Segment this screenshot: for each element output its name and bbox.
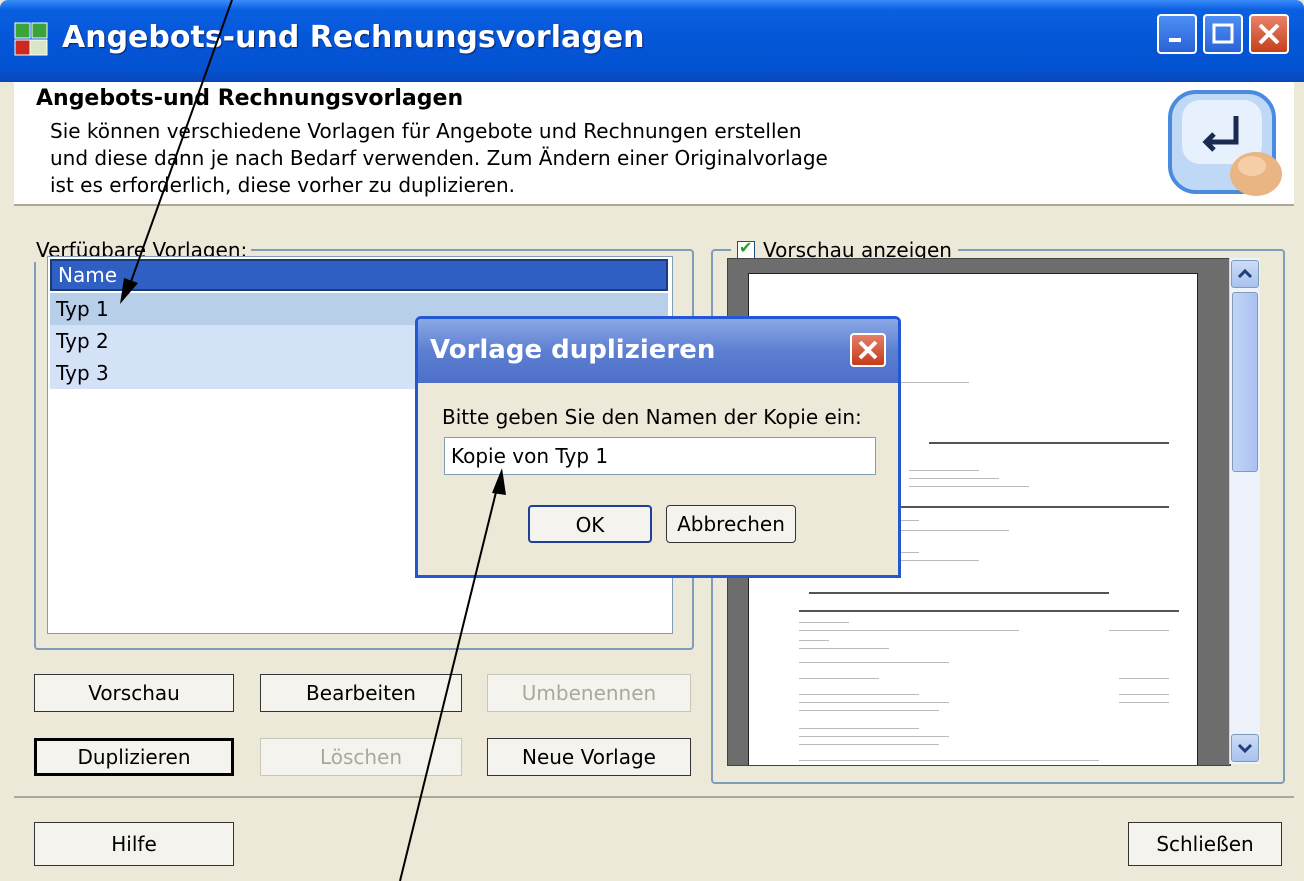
app-icon xyxy=(14,22,48,56)
footer-divider xyxy=(14,796,1294,798)
dialog-title: Vorlage duplizieren xyxy=(430,335,716,365)
maximize-icon xyxy=(1212,23,1234,44)
header-panel: Angebots-und Rechnungsvorlagen Sie könne… xyxy=(14,82,1294,204)
preview-button[interactable]: Vorschau xyxy=(34,674,234,712)
dialog-ok-button[interactable]: OK xyxy=(528,505,652,543)
maximize-button[interactable] xyxy=(1203,14,1243,54)
preview-scrollbar[interactable] xyxy=(1229,258,1260,764)
list-column-header-name[interactable]: Name xyxy=(50,259,668,291)
dialog-title-bar[interactable]: Vorlage duplizieren xyxy=(418,319,898,383)
header-divider xyxy=(14,204,1294,206)
close-window-button[interactable] xyxy=(1249,14,1289,54)
dialog-close-button[interactable] xyxy=(850,333,886,367)
chevron-down-icon xyxy=(1237,743,1253,754)
scroll-thumb[interactable] xyxy=(1232,292,1258,472)
minimize-icon xyxy=(1169,38,1181,42)
dialog-cancel-button[interactable]: Abbrechen xyxy=(666,505,796,543)
header-description: Sie können verschiedene Vorlagen für Ang… xyxy=(50,119,828,197)
new-template-button[interactable]: Neue Vorlage xyxy=(487,738,691,776)
help-button[interactable]: Hilfe xyxy=(34,822,234,866)
main-window: Angebots-und Rechnungsvorlagen Angebots-… xyxy=(0,0,1304,881)
close-icon xyxy=(1258,23,1280,45)
duplicate-dialog: Vorlage duplizieren Bitte geben Sie den … xyxy=(415,316,901,578)
show-preview-checkbox[interactable] xyxy=(737,238,755,259)
copy-name-input[interactable] xyxy=(444,437,876,475)
dialog-prompt: Bitte geben Sie den Namen der Kopie ein: xyxy=(442,405,862,429)
enter-key-icon xyxy=(1168,90,1282,196)
delete-button[interactable]: Löschen xyxy=(260,738,462,776)
close-icon xyxy=(858,340,878,360)
header-title: Angebots-und Rechnungsvorlagen xyxy=(36,86,464,111)
edit-button[interactable]: Bearbeiten xyxy=(260,674,462,712)
window-title: Angebots-und Rechnungsvorlagen xyxy=(62,20,645,55)
title-bar[interactable]: Angebots-und Rechnungsvorlagen xyxy=(0,0,1304,82)
rename-button[interactable]: Umbenennen xyxy=(487,674,691,712)
duplicate-button[interactable]: Duplizieren xyxy=(34,738,234,776)
minimize-button[interactable] xyxy=(1157,14,1197,54)
close-button[interactable]: Schließen xyxy=(1128,822,1282,866)
scroll-up-button[interactable] xyxy=(1231,260,1259,288)
chevron-up-icon xyxy=(1237,268,1253,279)
scroll-down-button[interactable] xyxy=(1231,734,1259,762)
